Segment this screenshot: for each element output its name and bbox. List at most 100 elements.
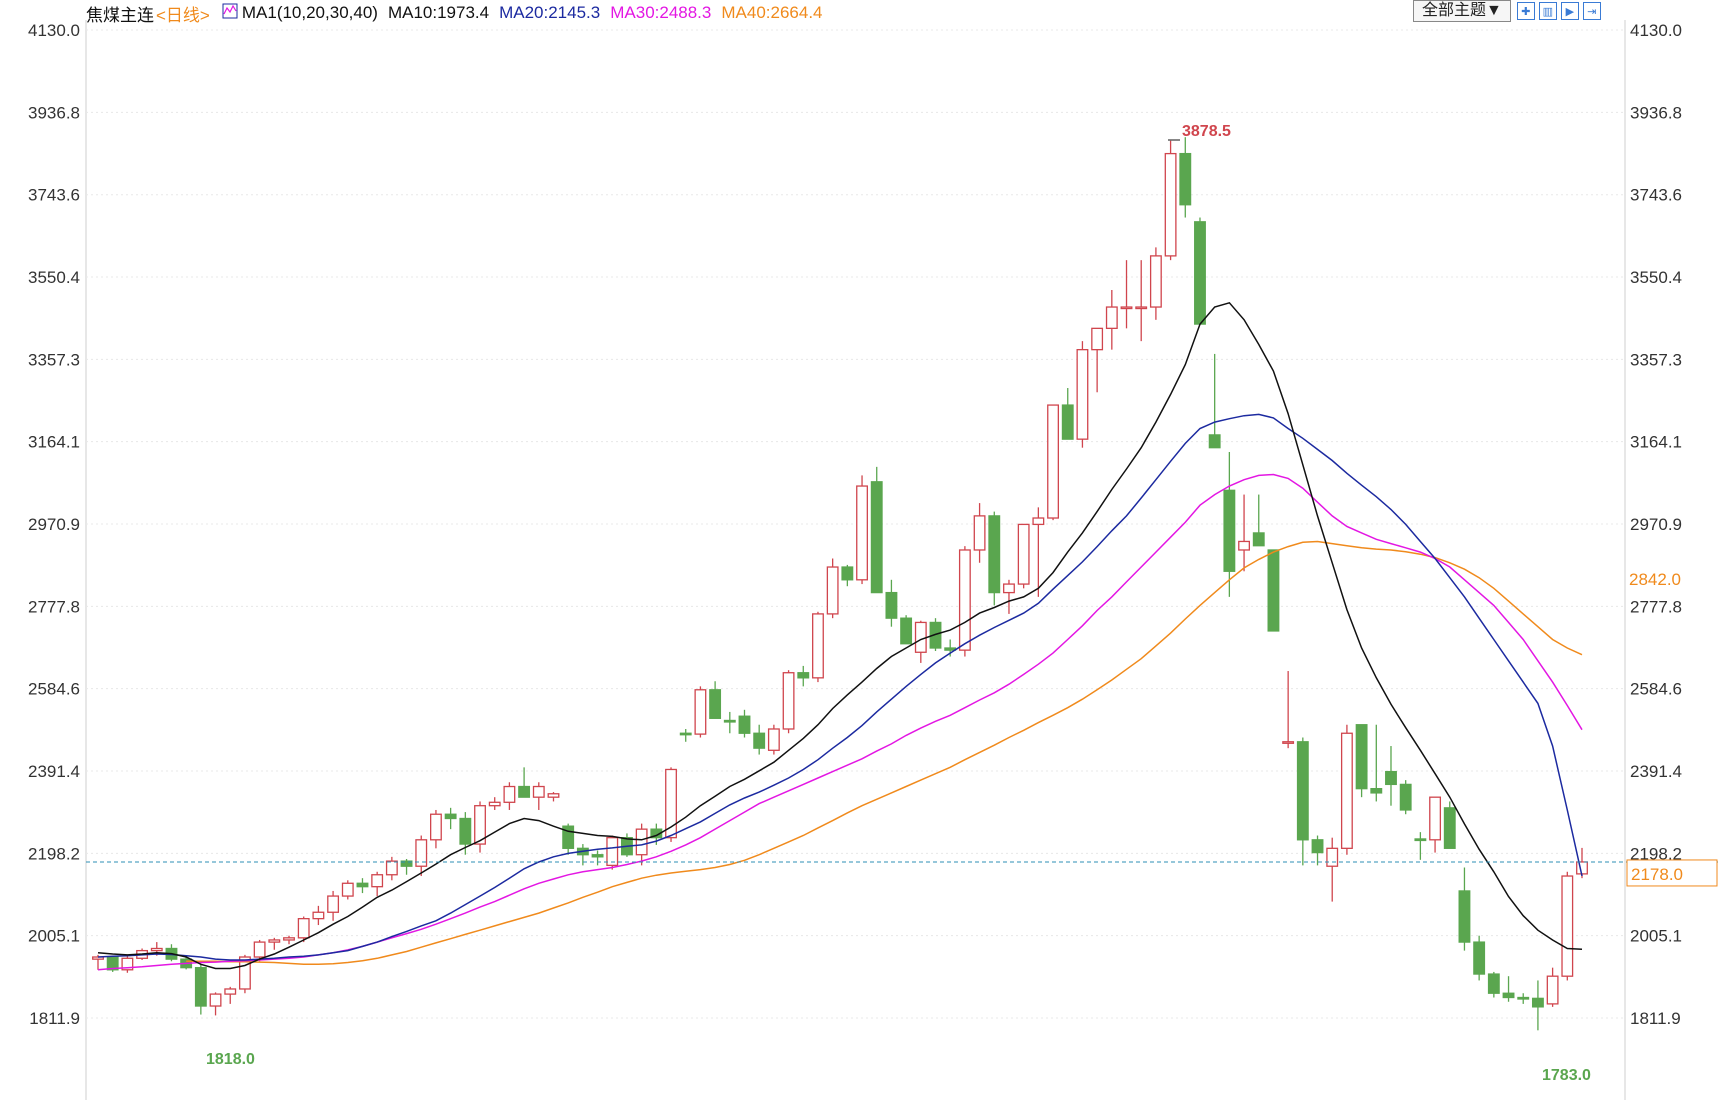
candle-body: [1487, 973, 1500, 994]
candlestick-chart[interactable]: 4130.0 3936.8 3743.6 3550.4 3357.3 3164.1 2970…: [0, 0, 1718, 1108]
y-tick-label-left: 3936.8: [28, 103, 80, 122]
annotations: 2178.0 2842.0 3878.5 1818.0 1783.0: [86, 123, 1718, 1084]
candle-body: [1576, 861, 1588, 875]
y-tick-label-right: 3164.1: [1630, 433, 1682, 452]
candle-body: [341, 882, 354, 897]
grid-icon[interactable]: ✚: [1516, 2, 1535, 20]
candle-body: [1149, 255, 1162, 308]
candle-body: [782, 672, 795, 730]
candle-body: [283, 937, 295, 941]
candle-body: [1047, 404, 1059, 519]
play-icon[interactable]: ▶: [1560, 2, 1579, 20]
symbol-label[interactable]: 焦煤主连: [86, 1, 154, 26]
ma40-line: [186, 540, 1583, 966]
candle-body: [1502, 992, 1515, 999]
low-label-right: 1783.0: [1542, 1067, 1591, 1084]
candle-body: [753, 732, 766, 749]
ma40-value: MA40:2664.4: [721, 3, 823, 22]
candle-body: [1311, 839, 1324, 854]
candle-body: [1223, 489, 1236, 572]
y-tick-label-left: 3357.3: [28, 350, 80, 369]
candle-body: [1443, 807, 1456, 849]
candle-body: [253, 941, 266, 958]
current-price-text: 2178.0: [1631, 865, 1683, 884]
candle-body: [1370, 788, 1383, 794]
candle-body: [1091, 327, 1104, 351]
candle-body: [430, 813, 442, 841]
candle-body: [1164, 152, 1177, 257]
ma20-value: MA20:2145.3: [499, 3, 601, 22]
layout-icon[interactable]: ▥: [1538, 2, 1557, 20]
candle-body: [518, 785, 531, 798]
forward-icon[interactable]: ⇥: [1582, 2, 1601, 20]
candle-body: [1032, 517, 1045, 526]
ma10-value: MA10:1973.4: [387, 3, 490, 22]
candle-body: [1135, 306, 1148, 310]
candle-body: [1076, 349, 1089, 440]
candle-body: [988, 515, 1001, 594]
candle-body: [1003, 583, 1015, 594]
candle-body: [371, 874, 384, 888]
candle-body: [856, 485, 868, 581]
ma10-line: [97, 301, 1583, 970]
ma20-line: [97, 413, 1583, 961]
candle-body: [1296, 741, 1309, 841]
candle-body: [1238, 540, 1250, 551]
candle-body: [385, 860, 398, 876]
candle-body: [356, 882, 369, 888]
candle-body: [900, 617, 913, 645]
period-label[interactable]: <日线>: [156, 1, 210, 26]
candle-body: [1061, 404, 1074, 440]
y-tick-label-left: 2970.9: [28, 515, 80, 534]
candle-body: [606, 837, 619, 867]
y-tick-label-left: 4130.0: [28, 21, 80, 40]
ma30-value: MA30:2488.3: [610, 3, 712, 22]
moving-averages: [97, 301, 1583, 971]
y-tick-label-left: 3164.1: [28, 433, 80, 452]
candle-body: [312, 911, 325, 920]
ma-settings-icon[interactable]: [222, 3, 238, 24]
candle-body: [1458, 890, 1471, 943]
indicator-name: MA1(10,20,30,40): [241, 3, 378, 22]
candle-body: [488, 801, 501, 807]
candle-body: [1267, 549, 1280, 632]
candle-body: [1399, 783, 1412, 811]
y-tick-label-right: 3936.8: [1630, 103, 1682, 122]
candle-body: [444, 813, 457, 820]
candle-body: [1531, 997, 1544, 1008]
candle-body: [150, 947, 163, 952]
candle-body: [1194, 221, 1206, 325]
ma30-line: [97, 473, 1583, 971]
theme-dropdown[interactable]: 全部主题▼: [1413, 0, 1511, 22]
y-tick-label-right: 2970.9: [1630, 515, 1682, 534]
candle-body: [547, 793, 560, 798]
y-tick-label-left: 3743.6: [28, 186, 80, 205]
candle-body: [503, 785, 516, 803]
candle-body: [841, 566, 854, 581]
candle-body: [709, 689, 722, 719]
candle-body: [1017, 523, 1030, 585]
y-tick-label-left: 2391.4: [28, 762, 80, 781]
y-tick-label-left: 3550.4: [28, 268, 80, 287]
candle-body: [944, 647, 957, 651]
y-tick-label-left: 2198.2: [28, 844, 80, 863]
candle-body: [1414, 838, 1427, 842]
candle-body: [209, 993, 222, 1007]
y-tick-label-right: 3550.4: [1630, 268, 1682, 287]
candle-body: [1105, 306, 1118, 329]
y-tick-label-right: 2391.4: [1630, 762, 1682, 781]
candle-body: [224, 988, 237, 995]
candle-body: [1179, 152, 1192, 206]
candle-body: [1208, 434, 1221, 449]
candle-body: [1355, 724, 1368, 790]
low-label-left: 1818.0: [206, 1051, 255, 1068]
candle-body: [826, 566, 839, 615]
candle-body: [914, 621, 927, 653]
toolbar: 全部主题▼ ✚ ▥ ▶ ⇥: [1413, 0, 1605, 22]
y-axis-left: 4130.0 3936.8 3743.6 3550.4 3357.3 3164.1 2970…: [28, 21, 80, 1028]
candle-body: [297, 918, 310, 939]
grid: [85, 20, 1626, 1100]
candle-body: [767, 728, 780, 751]
indicator-header: 焦煤主连 <日线> MA1(10,20,30,40) MA10:1973.4 M…: [86, 0, 833, 26]
y-tick-label-right: 2005.1: [1630, 927, 1682, 946]
